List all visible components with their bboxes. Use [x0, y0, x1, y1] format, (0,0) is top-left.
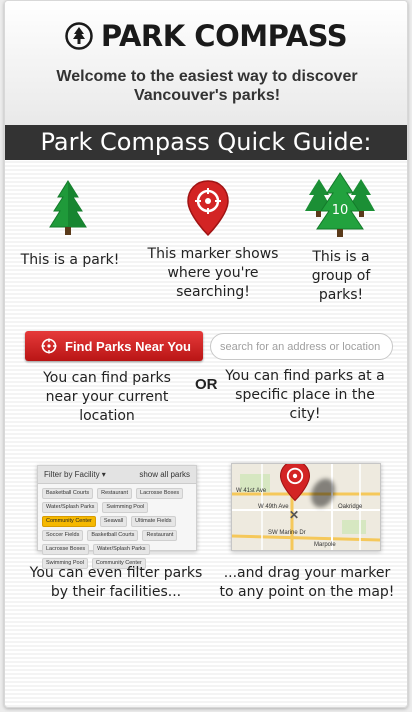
group-caption: This is a group of parks! [311, 249, 371, 303]
facility-chip: Water/Splash Parks [93, 544, 150, 555]
park-tree-icon [49, 180, 87, 235]
crosshair-icon [41, 338, 57, 354]
or-label: OR [195, 376, 218, 393]
facility-chip: Seawall [99, 516, 128, 527]
facility-chip: Swimming Pool [102, 502, 149, 513]
chevron-down-icon: ▾ [101, 470, 106, 479]
header: PARK COMPASS Welcome to the easiest way … [5, 1, 407, 125]
park-caption: This is a park! [20, 252, 120, 268]
app-title: PARK COMPASS [100, 19, 348, 53]
map-label-marine: SW Marine Dr [268, 530, 306, 536]
map-caption: ...and drag your marker to any point on … [219, 565, 395, 600]
group-count: 10 [331, 203, 349, 218]
facility-chip: Restaurant [142, 530, 178, 541]
map-marker-icon [187, 180, 229, 237]
facility-chip: Water/Splash Parks [42, 502, 99, 513]
facility-chip: Soccer Fields [42, 530, 84, 541]
facility-chips: Basketball Courts Restaurant Lacrosse Boxe… [38, 484, 196, 573]
facility-chip: Basketball Courts [87, 530, 139, 541]
find-parks-label: Find Parks Near You [65, 338, 191, 354]
marker-caption: This marker shows where you're searching… [147, 246, 279, 300]
guide-title: Park Compass Quick Guide: [5, 125, 407, 160]
logo: PARK COMPASS [5, 19, 407, 53]
place-caption: You can find parks at a specific place i… [225, 368, 385, 422]
near-caption: You can find parks near your current loc… [43, 370, 171, 424]
location-search-input[interactable] [210, 333, 393, 360]
map-label-49th: W 49th Ave [258, 504, 289, 510]
map-label-marpole: Marpole [314, 542, 336, 548]
drag-marker-icon [279, 464, 311, 502]
filter-caption: You can even filter parks by their facil… [29, 565, 203, 600]
map-label-oakridge: Oakridge [338, 504, 363, 510]
map-preview: W 41st Ave W 49th Ave Oakridge SW Marine… [231, 463, 381, 551]
find-parks-button[interactable]: Find Parks Near You [25, 331, 203, 361]
facility-filter-preview: Filter by Facility ▾ show all parks Bask… [37, 465, 197, 569]
show-all-parks-link: show all parks [139, 470, 190, 479]
facility-chip: Basketball Courts [42, 488, 94, 499]
drop-x-icon: ✕ [289, 508, 300, 522]
filter-header: Filter by Facility ▾ show all parks [38, 466, 196, 484]
quick-guide-card: PARK COMPASS Welcome to the easiest way … [4, 0, 408, 708]
facility-chip: Lacrosse Boxes [42, 544, 90, 555]
park-compass-logo-icon [65, 22, 93, 50]
map-label-41st: W 41st Ave [236, 488, 267, 494]
facility-chip: Ultimate Fields [131, 516, 176, 527]
filter-by-facility-label: Filter by Facility ▾ [44, 470, 106, 479]
facility-chip: Lacrosse Boxes [136, 488, 184, 499]
facility-chip: Community Center [42, 516, 96, 527]
facility-chip: Restaurant [97, 488, 133, 499]
welcome-text: Welcome to the easiest way to discover V… [56, 68, 358, 104]
